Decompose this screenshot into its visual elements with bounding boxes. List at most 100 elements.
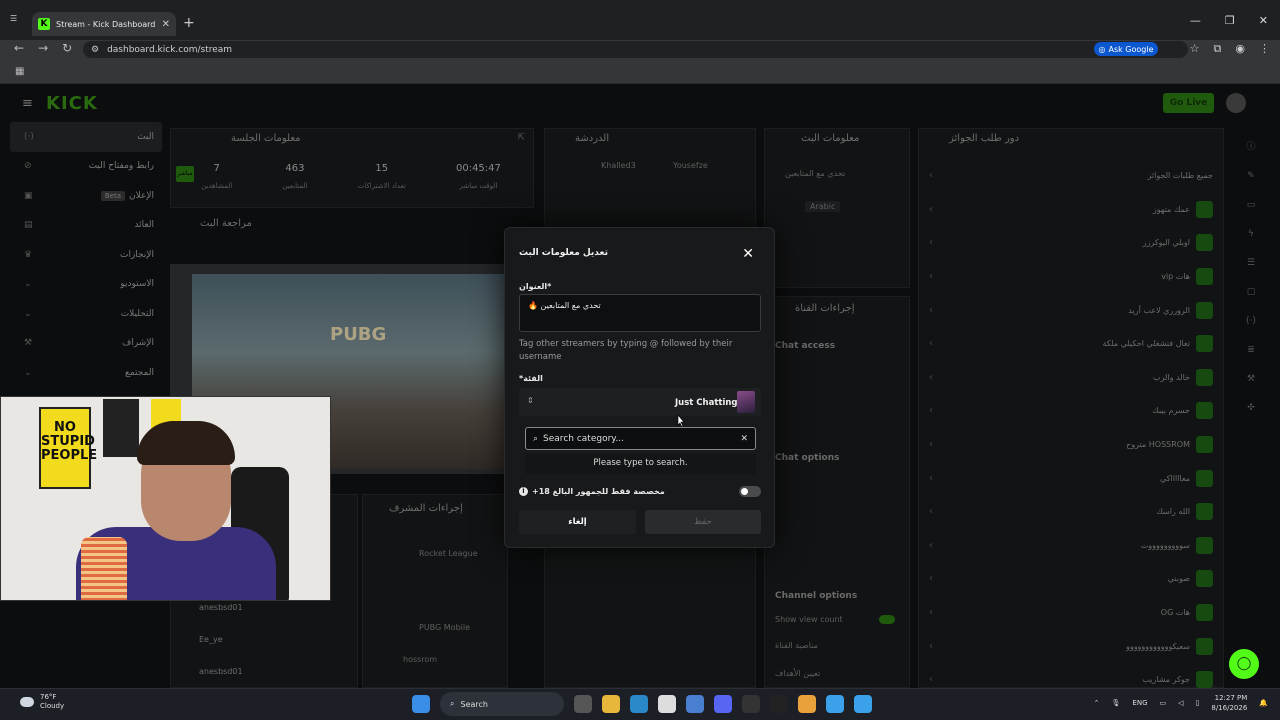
list-item[interactable]: معاااااكي ›	[919, 461, 1223, 495]
mod-user[interactable]: anesbsd01	[199, 667, 243, 676]
category-search-input[interactable]	[543, 433, 736, 444]
list-item[interactable]: جميع طلبات الجوائز ›	[919, 159, 1223, 193]
list-item[interactable]: هات OG ›	[919, 596, 1223, 630]
user-avatar[interactable]	[1226, 93, 1246, 113]
video-icon[interactable]: ▭	[1241, 195, 1261, 215]
minimize-icon[interactable]: —	[1190, 14, 1201, 27]
sidebar-item-studio[interactable]: الاستوديو ⌄	[10, 270, 162, 300]
sidebar-item-community[interactable]: المجتمع ⌄	[10, 358, 162, 388]
app-icon[interactable]	[854, 695, 872, 713]
list-item[interactable]: حسرم بيبك ›	[919, 394, 1223, 428]
chat-user[interactable]: Khalled3	[601, 161, 636, 170]
list-item[interactable]: خالد والرب ›	[919, 361, 1223, 395]
ask-google-button[interactable]: ◎ Ask Google	[1094, 42, 1158, 56]
sidebar-item-stream-key[interactable]: رابط ومفتاح البث ⊘	[10, 152, 162, 182]
list-item[interactable]: الرورري لاعب أريد ›	[919, 293, 1223, 327]
language-indicator[interactable]: ENG	[1132, 699, 1147, 707]
apps-grid-icon[interactable]: ▦	[15, 66, 24, 77]
volume-icon[interactable]: ◁	[1178, 699, 1183, 707]
sidebar-item-moderation[interactable]: الإشراف ⚒	[10, 329, 162, 359]
weather-widget[interactable]: 76°F Cloudy	[20, 693, 64, 711]
sidebar-item-ads[interactable]: الإعلانBeta ▣	[10, 181, 162, 211]
goals-label[interactable]: تعيين الأهداف	[775, 669, 820, 678]
wrench-icon[interactable]: ⚒	[1241, 369, 1261, 389]
sidebar-item-stream[interactable]: البث (·)	[10, 122, 162, 152]
list-item[interactable]: عمك متهوز ›	[919, 193, 1223, 227]
chrome-icon[interactable]	[798, 695, 816, 713]
info-icon[interactable]: ⓘ	[1241, 137, 1261, 157]
edit-icon[interactable]: ✎	[1241, 166, 1261, 186]
lightning-icon[interactable]: ϟ	[1241, 224, 1261, 244]
list-item[interactable]: اوبلي اليوكرزز ›	[919, 226, 1223, 260]
save-button[interactable]: حفظ	[645, 510, 761, 534]
clear-search-icon[interactable]: ✕	[740, 434, 748, 444]
list-item[interactable]: تعال فتشغلي احكيلي ملكة ›	[919, 327, 1223, 361]
mod-user[interactable]: anesbsd01	[199, 603, 243, 612]
close-window-icon[interactable]: ✕	[1259, 14, 1268, 27]
list-item[interactable]: HOSSROM متروح ›	[919, 428, 1223, 462]
channel-actions-title: إجراءات القناة	[795, 303, 855, 314]
new-tab-icon[interactable]: +	[183, 15, 195, 31]
extensions-icon[interactable]: ⧉	[1214, 42, 1222, 56]
reload-icon[interactable]: ↻	[62, 41, 72, 55]
back-icon[interactable]: ←	[14, 41, 24, 55]
mod-user[interactable]: Ee_ye	[199, 635, 223, 644]
url-field[interactable]: ⚙ dashboard.kick.com/stream	[83, 41, 1188, 58]
kick-logo[interactable]: KICK	[46, 93, 98, 114]
close-tab-icon[interactable]: ✕	[162, 19, 170, 30]
battery-icon[interactable]: ▯	[1196, 699, 1200, 707]
mail-icon[interactable]	[686, 695, 704, 713]
edge-icon[interactable]	[630, 695, 648, 713]
show-view-count-toggle[interactable]	[879, 615, 895, 624]
support-chat-button[interactable]: ◯	[1229, 649, 1259, 679]
browser-tab[interactable]: K Stream - Kick Dashboard ✕	[32, 12, 176, 36]
discord-icon[interactable]	[714, 695, 732, 713]
cancel-button[interactable]: إلغاء	[519, 510, 636, 534]
broadcast-icon[interactable]: (·)	[1241, 311, 1261, 331]
bookmark-star-icon[interactable]: ☆	[1190, 42, 1200, 56]
toolbar-right: ☆ ⧉ ◉ ⋮	[1190, 42, 1270, 56]
stream-title-input[interactable]: تحدي مع المتابعين 🔥	[519, 294, 761, 332]
info-icon[interactable]: i	[519, 487, 528, 496]
category-search-field[interactable]: ⌕ ✕	[525, 427, 756, 450]
go-live-button[interactable]: Go Live	[1163, 93, 1214, 113]
task-view-icon[interactable]	[574, 695, 592, 713]
notification-icon[interactable]: 🔔	[1259, 699, 1268, 707]
file-explorer-icon[interactable]	[602, 695, 620, 713]
chat-user[interactable]: Yousefze	[673, 161, 708, 170]
clock[interactable]: 12:27 PM 8/16/2026	[1211, 693, 1247, 713]
hamburger-menu-icon[interactable]: ≡	[22, 96, 33, 111]
forward-icon[interactable]: →	[38, 41, 48, 55]
store-icon[interactable]	[658, 695, 676, 713]
mature-toggle[interactable]	[739, 486, 761, 497]
list-item[interactable]: سوووووووووت ›	[919, 529, 1223, 563]
maximize-icon[interactable]: ❐	[1225, 14, 1235, 27]
list-icon[interactable]: ☰	[1241, 253, 1261, 273]
profile-icon[interactable]: ◉	[1235, 42, 1245, 56]
app-icon[interactable]	[742, 695, 760, 713]
category-select[interactable]: ⇕ Just Chatting	[519, 388, 761, 416]
windows-start-icon[interactable]	[412, 695, 430, 713]
taskbar-search[interactable]: ⌕ Search	[440, 692, 564, 716]
puzzle-icon[interactable]: ✣	[1241, 398, 1261, 418]
list-item[interactable]: سعيكوووووووووووو ›	[919, 629, 1223, 663]
app-icon[interactable]	[826, 695, 844, 713]
network-icon[interactable]: ▭	[1160, 699, 1167, 707]
chevron-up-icon[interactable]: ⌃	[1094, 699, 1100, 707]
list-item[interactable]: هات vip ›	[919, 260, 1223, 294]
stack-icon[interactable]: ≣	[1241, 340, 1261, 360]
popout-icon[interactable]: ⇱	[517, 133, 525, 143]
site-info-icon[interactable]: ⚙	[91, 45, 99, 55]
chat-icon[interactable]: ▢	[1241, 282, 1261, 302]
sidebar-item-achievements[interactable]: الإنجازات ♛	[10, 240, 162, 270]
microphone-icon[interactable]: 🎙	[1112, 699, 1121, 707]
tab-search-icon[interactable]: ☰	[10, 14, 28, 28]
menu-icon[interactable]: ⋮	[1259, 42, 1270, 56]
close-icon[interactable]: ✕	[742, 246, 754, 262]
sidebar-item-revenue[interactable]: العائد ▤	[10, 211, 162, 241]
list-item[interactable]: صوبني ›	[919, 562, 1223, 596]
sidebar-item-analytics[interactable]: التحليلات ⌄	[10, 299, 162, 329]
obs-icon[interactable]	[770, 695, 788, 713]
list-item[interactable]: الله راسك ›	[919, 495, 1223, 529]
channel-manager-label[interactable]: مناصبة القناة	[775, 641, 818, 650]
